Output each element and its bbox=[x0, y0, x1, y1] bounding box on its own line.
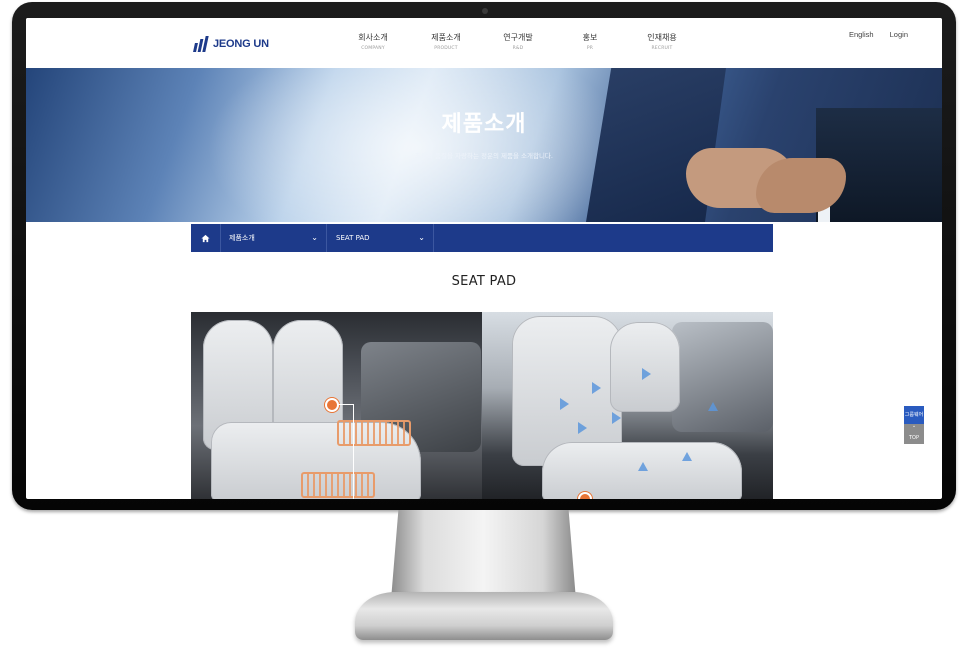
airflow-arrow-icon bbox=[642, 368, 651, 380]
category-dropdown[interactable]: 제품소개 ⌄ bbox=[220, 224, 327, 252]
main-nav: 회사소개 COMPANY 제품소개 PRODUCT 연구개발 R&D 홍보 PR… bbox=[26, 32, 942, 62]
monitor-stand-base bbox=[355, 592, 613, 640]
english-link[interactable]: English bbox=[849, 30, 874, 39]
hero-title: 제품소개 bbox=[441, 112, 527, 137]
airflow-arrow-icon bbox=[592, 382, 601, 394]
site-header: JEONG UN 회사소개 COMPANY 제품소개 PRODUCT 연구개발 … bbox=[26, 18, 942, 68]
home-button[interactable] bbox=[191, 224, 221, 252]
product-dropdown[interactable]: SEAT PAD ⌄ bbox=[327, 224, 434, 252]
nav-item-product[interactable]: 제품소개 PRODUCT bbox=[411, 32, 481, 51]
airflow-arrow-icon bbox=[708, 402, 718, 411]
nav-label: 회사소개 bbox=[358, 33, 388, 42]
ventilation-marker bbox=[578, 492, 592, 499]
scroll-top-button[interactable]: ˆ TOP bbox=[904, 424, 924, 444]
marker-leader-line bbox=[337, 404, 354, 499]
category-dropdown-label: 제품소개 bbox=[229, 234, 255, 242]
nav-item-rnd[interactable]: 연구개발 R&D bbox=[483, 32, 553, 51]
nav-sublabel: R&D bbox=[512, 46, 524, 51]
seat-back bbox=[610, 322, 680, 412]
webcam bbox=[482, 8, 488, 14]
nav-item-pr[interactable]: 홍보 PR bbox=[555, 32, 625, 51]
nav-sublabel: RECRUIT bbox=[651, 46, 673, 51]
hero-banner: 제품소개 최상의 품질을 자랑하는 정운의 제품을 소개합니다. bbox=[26, 68, 942, 222]
nav-label: 제품소개 bbox=[431, 33, 461, 42]
nav-label: 홍보 bbox=[582, 33, 598, 42]
chevron-up-icon: ˆ bbox=[912, 426, 916, 433]
nav-label: 인재채용 bbox=[647, 33, 677, 42]
nav-sublabel: COMPANY bbox=[361, 46, 385, 51]
door-panel bbox=[672, 322, 773, 432]
monitor-frame: JEONG UN 회사소개 COMPANY 제품소개 PRODUCT 연구개발 … bbox=[12, 2, 956, 510]
hero-subtitle: 최상의 품질을 자랑하는 정운의 제품을 소개합니다. bbox=[415, 152, 553, 160]
nav-sublabel: PRODUCT bbox=[434, 46, 458, 51]
front-seat-ventilation-image bbox=[482, 312, 773, 499]
nav-item-company[interactable]: 회사소개 COMPANY bbox=[338, 32, 408, 51]
login-link[interactable]: Login bbox=[890, 30, 908, 39]
rear-seat-heater-image bbox=[191, 312, 482, 499]
utility-links: English Login bbox=[835, 30, 908, 39]
monitor-stand-neck bbox=[391, 510, 576, 600]
section-title: SEAT PAD bbox=[451, 274, 517, 289]
product-dropdown-label: SEAT PAD bbox=[336, 234, 370, 242]
airflow-arrow-icon bbox=[612, 412, 621, 424]
scroll-top-label: TOP bbox=[908, 435, 919, 441]
chevron-down-icon: ⌄ bbox=[311, 233, 318, 242]
sub-navigation: 제품소개 ⌄ SEAT PAD ⌄ bbox=[191, 224, 773, 252]
airflow-arrow-icon bbox=[682, 452, 692, 461]
airflow-arrow-icon bbox=[560, 398, 569, 410]
airflow-arrow-icon bbox=[578, 422, 587, 434]
handshake-image-hand bbox=[756, 158, 846, 213]
browser-screen: JEONG UN 회사소개 COMPANY 제품소개 PRODUCT 연구개발 … bbox=[26, 18, 942, 499]
groupware-button[interactable]: 그룹웨어 bbox=[904, 406, 924, 424]
nav-sublabel: PR bbox=[586, 46, 594, 51]
nav-label: 연구개발 bbox=[503, 33, 533, 42]
nav-item-recruit[interactable]: 인재채용 RECRUIT bbox=[627, 32, 697, 51]
hero-glow bbox=[206, 68, 626, 222]
chevron-down-icon: ⌄ bbox=[418, 233, 425, 242]
home-icon bbox=[201, 234, 210, 242]
airflow-arrow-icon bbox=[638, 462, 648, 471]
